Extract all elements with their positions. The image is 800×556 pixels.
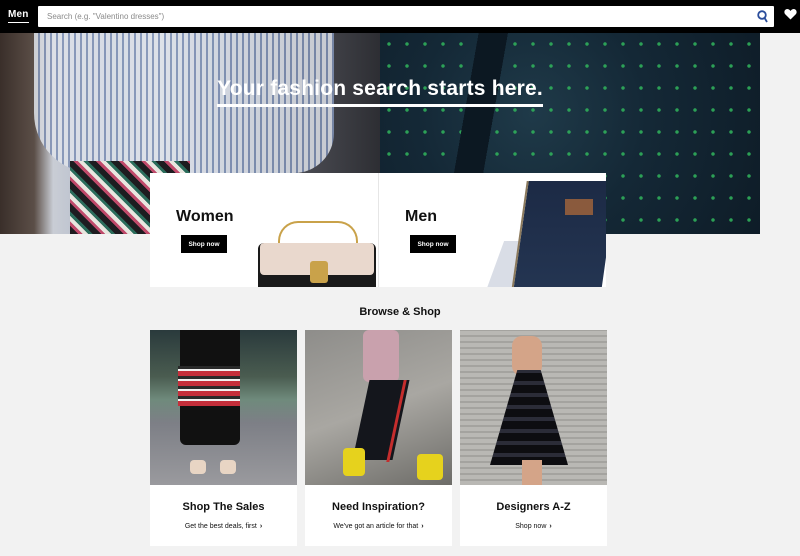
tile-link-text: Shop now (515, 523, 547, 530)
tile-link-designers[interactable]: Shop now › (460, 523, 607, 530)
nav-active-underline (8, 22, 29, 23)
search-box[interactable] (38, 6, 774, 27)
tile-link-text: Get the best deals, first (184, 523, 257, 530)
category-cards: Women Shop now Men Shop now (150, 173, 606, 287)
tile-link-text: We've got an article for that (333, 523, 419, 530)
category-card-women[interactable]: Women Shop now (150, 173, 378, 287)
tile-title-inspiration: Need Inspiration? (332, 501, 425, 513)
hero-title: Your fashion search starts here. (0, 77, 760, 107)
tile-image-inspiration (305, 330, 452, 485)
tile-shop-the-sales[interactable]: Shop The Sales Get the best deals, first… (150, 330, 297, 546)
browse-section-title: Browse & Shop (359, 306, 441, 318)
chevron-right-icon: › (259, 523, 263, 530)
tile-link-sales[interactable]: Get the best deals, first › (150, 523, 297, 530)
tile-designers-a-z[interactable]: Designers A-Z Shop now › (460, 330, 607, 546)
top-navigation-bar: Men (0, 0, 800, 33)
category-title-men: Men (405, 208, 437, 225)
tile-image-designers (460, 330, 607, 485)
jeans-image (485, 181, 606, 287)
tile-title-designers: Designers A-Z (496, 501, 571, 513)
category-card-men[interactable]: Men Shop now (378, 173, 606, 287)
heart-icon[interactable] (784, 8, 797, 20)
search-icon[interactable] (756, 10, 768, 23)
chevron-right-icon: › (421, 523, 424, 530)
tile-image-sales (150, 330, 297, 485)
chevron-right-icon: › (549, 523, 552, 530)
handbag-image (258, 213, 378, 287)
nav-men-link[interactable]: Men (8, 9, 29, 23)
search-input[interactable] (38, 6, 738, 27)
tile-title-sales: Shop The Sales (182, 501, 265, 513)
shop-men-button[interactable]: Shop now (410, 235, 456, 253)
tile-need-inspiration[interactable]: Need Inspiration? We've got an article f… (305, 330, 452, 546)
category-title-women: Women (176, 208, 234, 225)
nav-men-label: Men (8, 9, 29, 20)
tile-link-inspiration[interactable]: We've got an article for that › (305, 523, 452, 530)
hero-title-text: Your fashion search starts here. (217, 77, 543, 107)
shop-women-button[interactable]: Shop now (181, 235, 227, 253)
